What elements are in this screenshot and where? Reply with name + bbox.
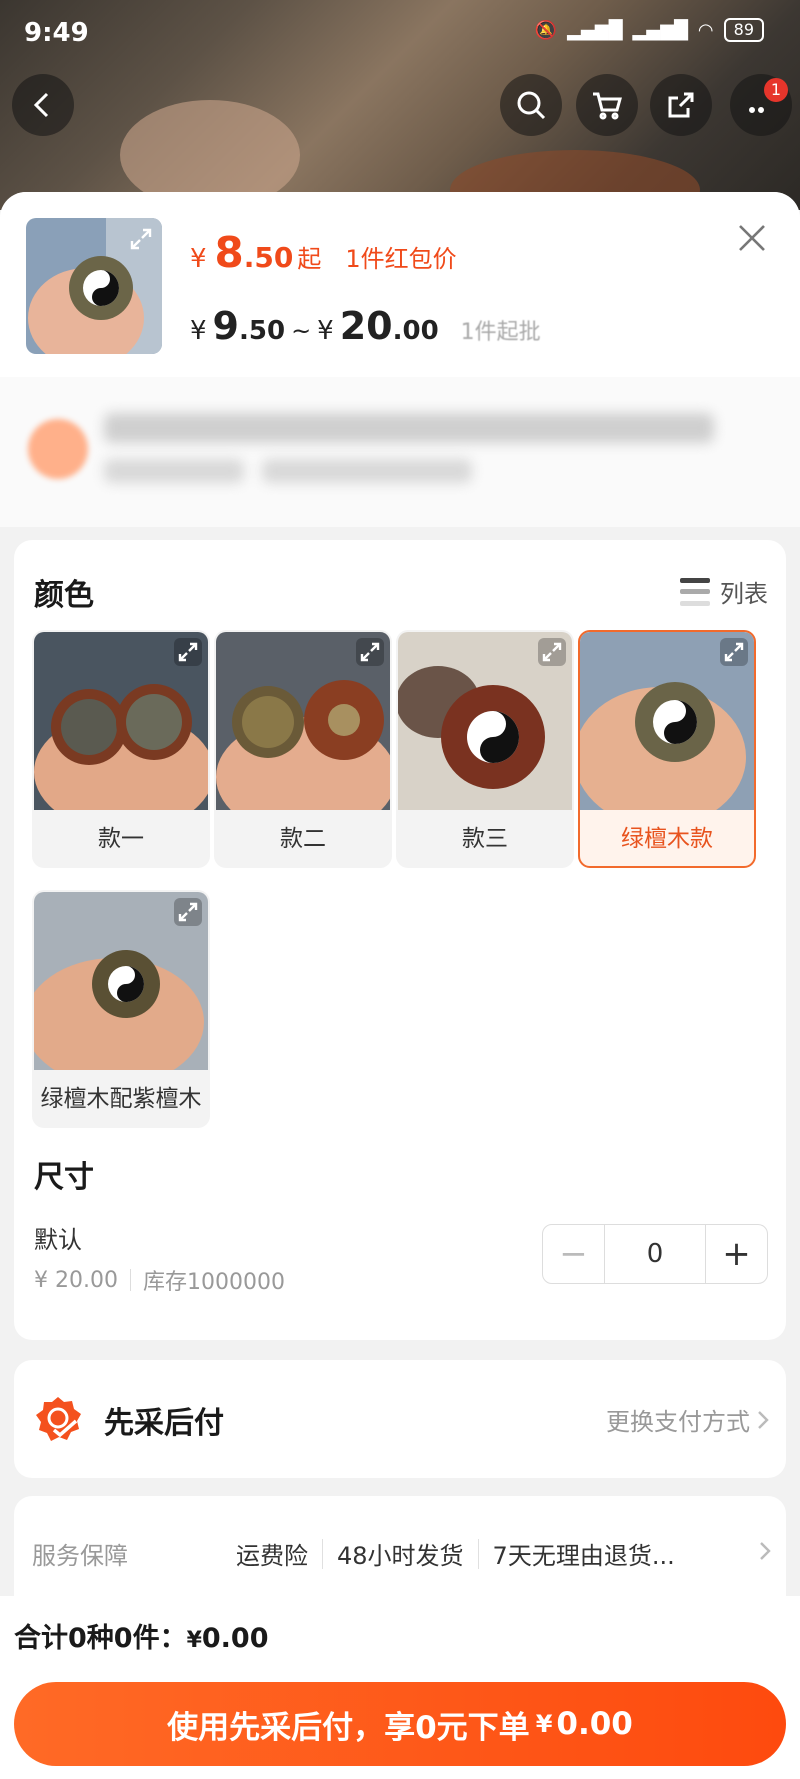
variant-option[interactable]: 绿檀木配紫檀木 xyxy=(32,890,210,1128)
wifi-icon: ◠ xyxy=(697,19,714,41)
variant-option-selected[interactable]: 绿檀木款 xyxy=(578,630,756,868)
search-icon xyxy=(517,91,546,120)
service-item: 7天无理由退货... xyxy=(492,1542,675,1570)
price-main-currency: ¥ xyxy=(190,244,207,274)
buy-button-label: 使用先采后付，享0元下单 xyxy=(167,1709,530,1746)
price-main-suffix: 起 xyxy=(297,245,322,273)
expand-icon[interactable] xyxy=(538,638,566,666)
checkout-footer: 合计0种0件：¥0.00 使用先采后付，享0元下单 ¥0.00 xyxy=(0,1596,800,1779)
total-prefix: 合计0种0件： xyxy=(14,1623,187,1654)
sku-card: 颜色 列表 款一 款二 款三 绿檀木款 绿檀木配紫檀木 尺寸 默认 ¥ 20.0… xyxy=(14,540,786,1340)
blurred-line xyxy=(104,413,714,443)
size-option-name: 默认 xyxy=(34,1226,82,1254)
payment-title: 先采后付 xyxy=(104,1406,224,1441)
status-time: 9:49 xyxy=(24,18,89,48)
color-section-title: 颜色 xyxy=(34,578,94,613)
size-option-meta: ¥ 20.00 库存1000000 xyxy=(34,1264,285,1296)
back-button[interactable] xyxy=(12,74,74,136)
divider xyxy=(322,1538,323,1569)
search-button[interactable] xyxy=(500,74,562,136)
quantity-value[interactable]: 0 xyxy=(605,1225,705,1283)
list-icon xyxy=(680,577,710,606)
buy-button-amount: 0.00 xyxy=(556,1706,633,1742)
quantity-stepper: − 0 + xyxy=(542,1224,768,1284)
range-high-currency: ¥ xyxy=(317,316,334,346)
expand-icon[interactable] xyxy=(356,638,384,666)
expand-icon[interactable] xyxy=(128,226,154,252)
divider xyxy=(477,1538,479,1569)
service-item: 48小时发货 xyxy=(337,1542,464,1570)
chevron-right-icon xyxy=(756,1409,770,1431)
total-currency: ¥ xyxy=(186,1628,202,1653)
price-main-decimal: .50 xyxy=(243,241,294,274)
price-main: ¥ 8 .50 起 1件红包价 xyxy=(190,228,457,277)
variant-label: 款一 xyxy=(98,826,144,852)
product-thumbnail[interactable] xyxy=(26,218,162,354)
expand-icon[interactable] xyxy=(720,638,748,666)
status-icons: 🔕 ▂▄▆█ ▂▄▆█ ◠ 89 xyxy=(535,18,764,42)
change-payment-label: 更换支付方式 xyxy=(606,1408,750,1436)
size-stock: 库存1000000 xyxy=(142,1270,285,1295)
increase-button[interactable]: + xyxy=(705,1225,767,1283)
list-view-label: 列表 xyxy=(720,580,768,608)
variant-label: 款二 xyxy=(280,826,326,852)
price-range: ¥ 9 .50 ~ ¥ 20 .00 1件起批 xyxy=(190,304,541,348)
variant-option[interactable]: 款一 xyxy=(32,630,210,868)
range-high-decimal: .00 xyxy=(392,316,439,346)
blurred-line xyxy=(262,459,472,483)
expand-icon[interactable] xyxy=(174,898,202,926)
share-icon xyxy=(668,92,694,118)
shop-avatar xyxy=(28,419,88,479)
more-button[interactable]: 1 xyxy=(730,74,792,136)
divider xyxy=(129,1269,131,1291)
service-items: 运费险 48小时发货 7天无理由退货... xyxy=(236,1536,675,1571)
signal-icon-2: ▂▄▆█ xyxy=(632,19,688,41)
battery-icon: 89 xyxy=(723,18,764,42)
variant-label: 绿檀木款 xyxy=(621,826,713,852)
close-button[interactable] xyxy=(734,220,770,256)
mute-icon: 🔕 xyxy=(534,19,558,41)
chevron-right-icon xyxy=(758,1540,772,1562)
pay-later-order-button[interactable]: 使用先采后付，享0元下单 ¥0.00 xyxy=(14,1682,786,1766)
cart-button[interactable] xyxy=(576,74,638,136)
range-low-decimal: .50 xyxy=(239,316,286,346)
range-tilde: ~ xyxy=(291,317,312,345)
buy-button-currency: ¥ xyxy=(535,1710,553,1738)
change-payment-link[interactable]: 更换支付方式 xyxy=(606,1402,770,1437)
variant-option[interactable]: 款二 xyxy=(214,630,392,868)
size-price: ¥ 20.00 xyxy=(34,1267,118,1293)
variant-label: 款三 xyxy=(462,826,508,852)
back-icon xyxy=(33,92,49,118)
service-label: 服务保障 xyxy=(32,1542,128,1570)
share-button[interactable] xyxy=(650,74,712,136)
decrease-button[interactable]: − xyxy=(543,1225,605,1283)
range-low-currency: ¥ xyxy=(190,316,207,346)
total-value: 0.00 xyxy=(201,1623,269,1654)
sku-selection-sheet: ¥ 8 .50 起 1件红包价 ¥ 9 .50 ~ ¥ 20 .00 1件起批 … xyxy=(0,192,800,1779)
pay-later-icon xyxy=(36,1397,81,1441)
service-item: 运费险 xyxy=(236,1542,308,1570)
close-icon xyxy=(739,225,765,251)
status-bar: 9:49 🔕 ▂▄▆█ ▂▄▆█ ◠ 89 xyxy=(0,0,800,66)
size-section-title: 尺寸 xyxy=(34,1160,94,1195)
list-view-toggle[interactable]: 列表 xyxy=(680,574,768,609)
blurred-line xyxy=(104,459,244,483)
price-tag: 1件红包价 xyxy=(345,245,457,273)
payment-method-card[interactable]: 先采后付 更换支付方式 xyxy=(14,1360,786,1478)
expand-icon[interactable] xyxy=(174,638,202,666)
range-high-integer: 20 xyxy=(339,304,393,348)
range-low-integer: 9 xyxy=(212,304,239,348)
price-main-integer: 8 xyxy=(214,228,244,277)
shop-info-blurred xyxy=(0,377,800,527)
message-badge: 1 xyxy=(764,78,788,102)
cart-icon xyxy=(593,92,622,120)
signal-icon: ▂▄▆█ xyxy=(567,19,623,41)
variant-label: 绿檀木配紫檀木 xyxy=(40,1086,202,1112)
min-order-quantity: 1件起批 xyxy=(460,320,541,345)
order-total: 合计0种0件：¥0.00 xyxy=(14,1616,269,1655)
sheet-header: ¥ 8 .50 起 1件红包价 ¥ 9 .50 ~ ¥ 20 .00 1件起批 xyxy=(0,192,800,377)
variant-option[interactable]: 款三 xyxy=(396,630,574,868)
